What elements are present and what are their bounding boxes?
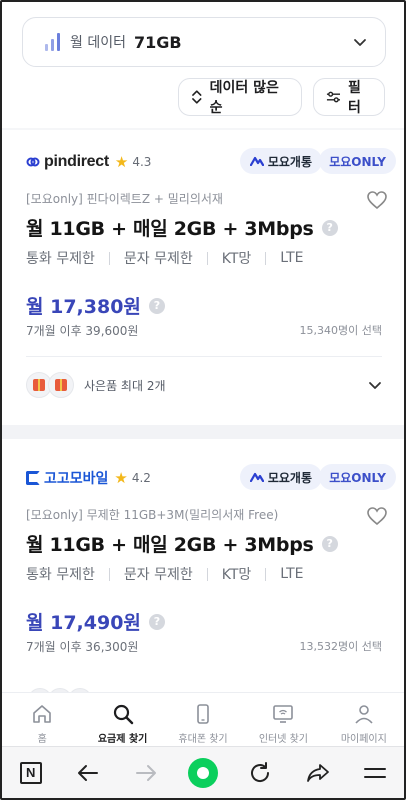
plan-price: 월 17,380원?: [26, 292, 165, 319]
rating: 4.3: [132, 155, 152, 169]
menu-button[interactable]: [355, 753, 395, 793]
badge-moyo-activation: 모요개통: [239, 148, 322, 174]
gift-row[interactable]: 사은품 최대 2개: [26, 372, 382, 398]
filter-button[interactable]: 필터: [313, 78, 385, 116]
gogo-logo-icon: [26, 471, 40, 485]
forward-arrow-icon: [135, 764, 156, 781]
badge-moyo-only: 모요ONLY: [319, 148, 396, 174]
plan-card[interactable]: 고고모바일 ★ 4.2 모요개통 모요ONLY [모요only] 무제한 11G…: [2, 464, 404, 690]
back-button[interactable]: [68, 753, 108, 793]
nav-plan-search[interactable]: 요금제 찾기: [82, 693, 162, 746]
chevron-down-icon: [354, 39, 366, 46]
section-gap: [2, 425, 404, 439]
feature-sms: 문자 무제한: [123, 251, 193, 267]
moyo-logo-icon: [249, 472, 264, 482]
feature-call: 통화 무제한: [26, 567, 95, 583]
monthly-data-selector[interactable]: 월 데이터 71GB: [22, 17, 386, 67]
brand-logo: 고고모바일: [26, 468, 108, 488]
browser-logo-button[interactable]: N: [11, 753, 51, 793]
gift-text: 사은품 최대 2개: [84, 378, 166, 393]
plan-subtitle: [모요only] 핀다이렉트Z + 밀리의서재: [26, 192, 223, 206]
plan-title: 월 11GB + 매일 2GB + 3Mbps?: [26, 530, 338, 557]
search-icon: [113, 704, 133, 725]
menu-icon: [364, 767, 387, 778]
filter-button-label: 필터: [347, 80, 361, 116]
badge-moyo-activation: 모요개통: [239, 464, 322, 490]
home-icon: [33, 705, 52, 723]
forward-button[interactable]: [126, 753, 166, 793]
sliders-icon: [326, 91, 341, 103]
star-icon: ★: [114, 153, 129, 171]
n-logo-icon: N: [19, 761, 42, 784]
app-bottom-nav: 홈 요금제 찾기 휴대폰 찾기 인터넷 찾기 마이페이지: [2, 692, 404, 746]
moyo-logo-icon: [249, 156, 264, 166]
help-icon[interactable]: ?: [321, 219, 338, 236]
brand-row: 고고모바일 ★ 4.2: [26, 468, 151, 488]
home-dot-icon: [187, 757, 218, 788]
plan-card[interactable]: pindirect ★ 4.3 모요개통 모요ONLY [모요only] 핀다이…: [2, 148, 404, 416]
feature-network: KT망: [221, 567, 252, 583]
feature-tech: LTE: [280, 566, 304, 582]
selected-count: 13,532명이 선택: [299, 640, 382, 653]
feature-call: 통화 무제한: [26, 251, 95, 267]
data-selector-label: 월 데이터: [70, 35, 126, 51]
selected-count: 15,340명이 선택: [299, 324, 382, 337]
phone-icon: [197, 704, 209, 724]
help-icon[interactable]: ?: [148, 297, 165, 314]
reload-icon: [251, 761, 270, 782]
sort-updown-icon: [192, 90, 202, 104]
price-after-months: 7개월 이후 39,600원: [26, 324, 139, 338]
card-divider: [26, 356, 382, 357]
sort-button-label: 데이터 많은순: [209, 80, 279, 116]
nav-internet-search[interactable]: 인터넷 찾기: [243, 693, 323, 746]
share-button[interactable]: [298, 753, 338, 793]
plan-features: 통화 무제한 문자 무제한 KT망 LTE: [26, 248, 304, 268]
gift-icon: [48, 372, 74, 398]
reload-button[interactable]: [240, 753, 280, 793]
nav-phone-search[interactable]: 휴대폰 찾기: [163, 693, 243, 746]
share-icon: [306, 763, 329, 782]
data-selector-value: 71GB: [133, 32, 182, 52]
badge-moyo-only: 모요ONLY: [319, 464, 396, 490]
sort-button[interactable]: 데이터 많은순: [178, 78, 302, 116]
feature-network: KT망: [221, 251, 252, 267]
signal-bars-icon: [45, 33, 60, 51]
plan-features: 통화 무제한 문자 무제한 KT망 LTE: [26, 564, 304, 584]
plan-subtitle: [모요only] 무제한 11GB+3M(밀리의서재 Free): [26, 508, 279, 522]
brand-row: pindirect ★ 4.3: [26, 152, 151, 172]
home-dot-button[interactable]: [183, 753, 223, 793]
rating: 4.2: [131, 471, 151, 485]
price-after-months: 7개월 이후 36,300원: [26, 640, 139, 654]
browser-toolbar: N: [2, 746, 404, 798]
monitor-wifi-icon: [273, 705, 294, 723]
brand-logo: pindirect: [26, 153, 109, 171]
star-icon: ★: [114, 469, 128, 487]
heart-icon[interactable]: [366, 505, 388, 527]
plan-price: 월 17,490원?: [26, 608, 165, 635]
nav-home[interactable]: 홈: [2, 693, 82, 746]
heart-icon[interactable]: [366, 189, 388, 211]
plan-title: 월 11GB + 매일 2GB + 3Mbps?: [26, 214, 338, 241]
feature-tech: LTE: [280, 250, 304, 266]
help-icon[interactable]: ?: [321, 535, 338, 552]
user-icon: [355, 705, 373, 724]
pindirect-logo-icon: [26, 157, 40, 167]
section-divider: [2, 128, 404, 130]
chevron-down-icon: [369, 382, 381, 389]
nav-mypage[interactable]: 마이페이지: [324, 693, 404, 746]
help-icon[interactable]: ?: [148, 613, 165, 630]
back-arrow-icon: [78, 764, 99, 781]
feature-sms: 문자 무제한: [123, 567, 193, 583]
